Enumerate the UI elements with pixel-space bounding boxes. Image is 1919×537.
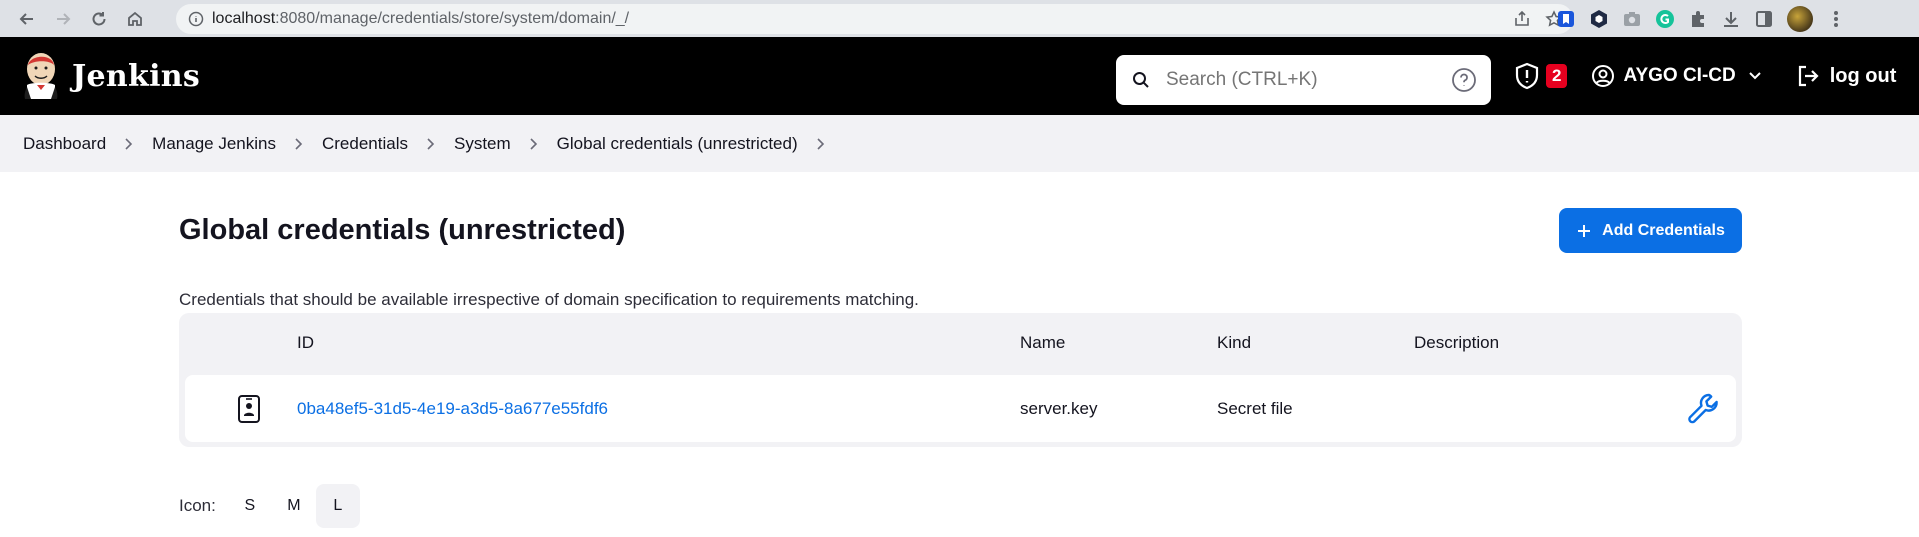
chevron-right-icon: [529, 137, 539, 151]
puzzle-icon[interactable]: [1688, 9, 1708, 29]
home-icon: [126, 10, 144, 28]
breadcrumb-credentials[interactable]: Credentials: [322, 134, 408, 154]
extension-hex-icon[interactable]: [1589, 9, 1609, 29]
icon-size-l[interactable]: L: [315, 484, 360, 528]
download-icon[interactable]: [1721, 9, 1741, 29]
search-box[interactable]: [1116, 55, 1491, 105]
arrow-left-icon: [18, 10, 36, 28]
table-row: 0ba48ef5-31d5-4e19-a3d5-8a677e55fdf6 ser…: [185, 375, 1736, 442]
arrow-right-icon: [54, 10, 72, 28]
chevron-down-icon: [1748, 71, 1762, 81]
reload-icon: [90, 10, 108, 28]
user-icon: [1591, 64, 1615, 88]
add-credentials-label: Add Credentials: [1602, 221, 1725, 239]
address-bar[interactable]: localhost:8080/manage/credentials/store/…: [176, 4, 1573, 34]
breadcrumb-system[interactable]: System: [454, 134, 511, 154]
search-icon: [1132, 71, 1150, 89]
security-count-badge: 2: [1546, 64, 1568, 88]
column-header-id[interactable]: ID: [297, 313, 314, 373]
search-input[interactable]: [1166, 69, 1436, 91]
share-icon[interactable]: [1513, 10, 1531, 28]
icon-size-m[interactable]: M: [272, 484, 316, 528]
security-warnings[interactable]: 2: [1514, 62, 1568, 90]
icon-size-s[interactable]: S: [228, 484, 272, 528]
credential-id-cell: 0ba48ef5-31d5-4e19-a3d5-8a677e55fdf6: [297, 375, 608, 442]
icon-size-label: Icon:: [179, 496, 216, 515]
shield-warning-icon: [1514, 62, 1540, 90]
url-host: localhost: [212, 10, 276, 27]
browser-toolbar: localhost:8080/manage/credentials/store/…: [0, 0, 1919, 37]
chevron-right-icon[interactable]: [816, 137, 826, 151]
url-text: localhost:8080/manage/credentials/store/…: [212, 10, 629, 28]
logout-link[interactable]: log out: [1788, 64, 1897, 88]
wrench-icon: [1685, 391, 1721, 427]
jenkins-logo-icon: [22, 51, 60, 101]
reload-button[interactable]: [84, 4, 114, 34]
chevron-right-icon: [294, 137, 304, 151]
plus-icon: [1576, 223, 1592, 239]
help-icon[interactable]: [1451, 67, 1477, 93]
credentials-table: ID Name Kind Description 0ba48ef5-31d5-4…: [179, 313, 1742, 447]
profile-avatar[interactable]: [1787, 6, 1813, 32]
page-description: Credentials that should be available irr…: [179, 290, 919, 309]
grammarly-icon[interactable]: [1655, 9, 1675, 29]
breadcrumb: Dashboard Manage Jenkins Credentials Sys…: [0, 115, 1919, 172]
icon-size-selector: Icon: S M L: [179, 484, 360, 528]
page-title: Global credentials (unrestricted): [179, 214, 626, 246]
jenkins-header: Jenkins 2 AYGO CI-CD: [0, 37, 1919, 115]
column-header-name[interactable]: Name: [1020, 313, 1065, 373]
breadcrumb-dashboard[interactable]: Dashboard: [23, 134, 106, 154]
breadcrumb-global-credentials[interactable]: Global credentials (unrestricted): [557, 134, 798, 154]
home-button[interactable]: [120, 4, 150, 34]
brand-name: Jenkins: [72, 58, 201, 94]
camera-icon[interactable]: [1622, 9, 1642, 29]
extension-bookmark-icon[interactable]: [1556, 9, 1576, 29]
credential-name: server.key: [1020, 398, 1098, 418]
secret-file-icon: [237, 375, 261, 442]
user-name: AYGO CI-CD: [1623, 65, 1736, 86]
user-menu[interactable]: AYGO CI-CD: [1591, 64, 1761, 88]
add-credentials-button[interactable]: Add Credentials: [1559, 208, 1742, 253]
logout-label: log out: [1829, 64, 1897, 87]
side-panel-icon[interactable]: [1754, 9, 1774, 29]
column-header-description[interactable]: Description: [1414, 313, 1499, 373]
configure-credential-button[interactable]: [1685, 375, 1721, 442]
kebab-menu-icon[interactable]: [1826, 9, 1846, 29]
brand-link[interactable]: Jenkins: [22, 51, 200, 101]
chevron-right-icon: [426, 137, 436, 151]
info-icon: [188, 11, 204, 27]
credential-id-link[interactable]: 0ba48ef5-31d5-4e19-a3d5-8a677e55fdf6: [297, 399, 608, 419]
column-header-kind[interactable]: Kind: [1217, 313, 1251, 373]
chevron-right-icon: [124, 137, 134, 151]
forward-button[interactable]: [48, 4, 78, 34]
credential-kind: Secret file: [1217, 398, 1293, 418]
url-path: :8080/manage/credentials/store/system/do…: [275, 10, 630, 27]
back-button[interactable]: [12, 4, 42, 34]
logout-icon: [1796, 64, 1822, 88]
breadcrumb-manage-jenkins[interactable]: Manage Jenkins: [152, 134, 276, 154]
